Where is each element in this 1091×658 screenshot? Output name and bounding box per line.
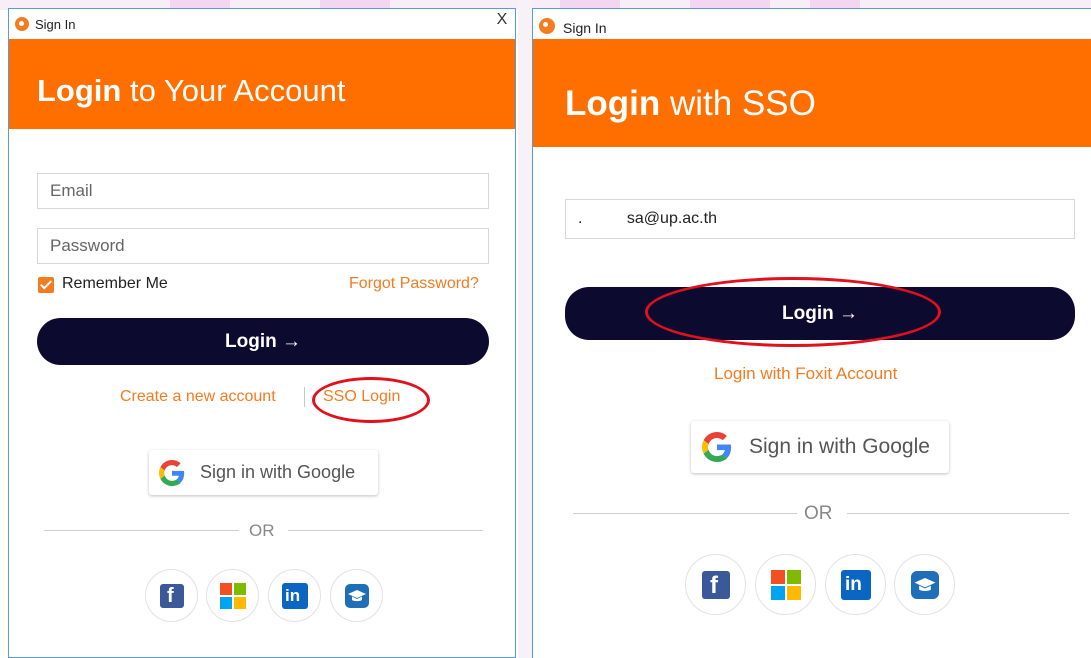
sign-in-window-sso: Sign In Login with SSO . sa@up.ac.th Log… [532, 8, 1091, 658]
highlight-circle [312, 377, 430, 423]
google-icon [159, 460, 185, 486]
link-divider [304, 387, 305, 407]
window-title: Sign In [563, 20, 607, 36]
or-divider-right [847, 513, 1069, 514]
facebook-icon: f [702, 571, 730, 599]
microsoft-icon [771, 570, 801, 600]
email-field[interactable]: Email [37, 173, 489, 209]
google-icon [702, 432, 732, 462]
education-login-button[interactable] [894, 554, 955, 615]
facebook-icon: f [160, 584, 184, 608]
window-titlebar: Sign In X [9, 9, 515, 39]
sso-email-field[interactable]: . sa@up.ac.th [565, 199, 1075, 239]
linkedin-login-button[interactable]: in [268, 569, 321, 622]
remember-me-checkbox[interactable] [38, 277, 54, 293]
header-banner: Login to Your Account [9, 39, 515, 129]
remember-me-label: Remember Me [62, 275, 168, 292]
linkedin-icon: in [841, 570, 871, 600]
education-icon [345, 584, 369, 608]
education-login-button[interactable] [330, 569, 383, 622]
microsoft-icon [220, 583, 246, 609]
forgot-password-link[interactable]: Forgot Password? [349, 275, 479, 293]
microsoft-login-button[interactable] [755, 554, 816, 615]
facebook-login-button[interactable]: f [685, 554, 746, 615]
google-button-label: Sign in with Google [749, 435, 930, 458]
linkedin-login-button[interactable]: in [825, 554, 886, 615]
education-icon [911, 571, 939, 599]
facebook-login-button[interactable]: f [145, 569, 198, 622]
google-sign-in-button[interactable]: Sign in with Google [691, 421, 949, 473]
close-icon[interactable]: X [493, 11, 511, 29]
sign-in-window-email: Sign In X Login to Your Account Email Pa… [8, 8, 516, 658]
microsoft-login-button[interactable] [206, 569, 259, 622]
foxit-app-icon [539, 18, 555, 34]
header-banner: Login with SSO [533, 39, 1091, 147]
google-sign-in-button[interactable]: Sign in with Google [149, 450, 378, 495]
window-title: Sign In [35, 17, 76, 32]
highlight-circle [645, 277, 941, 347]
or-divider-right [288, 530, 483, 531]
or-label: OR [804, 503, 833, 524]
password-field[interactable]: Password [37, 228, 489, 264]
screenshot-gap [518, 0, 532, 658]
or-label: OR [249, 521, 275, 540]
page-title: Login to Your Account [37, 73, 346, 108]
create-account-link[interactable]: Create a new account [120, 388, 276, 406]
linkedin-icon: in [282, 583, 308, 609]
foxit-app-icon [15, 17, 29, 31]
login-button[interactable]: Login → [37, 318, 489, 365]
page-title: Login with SSO [565, 84, 816, 123]
or-divider-left [44, 530, 239, 531]
foxit-account-link[interactable]: Login with Foxit Account [714, 364, 897, 384]
window-titlebar: Sign In [533, 9, 1091, 39]
google-button-label: Sign in with Google [200, 462, 356, 482]
or-divider-left [573, 513, 797, 514]
